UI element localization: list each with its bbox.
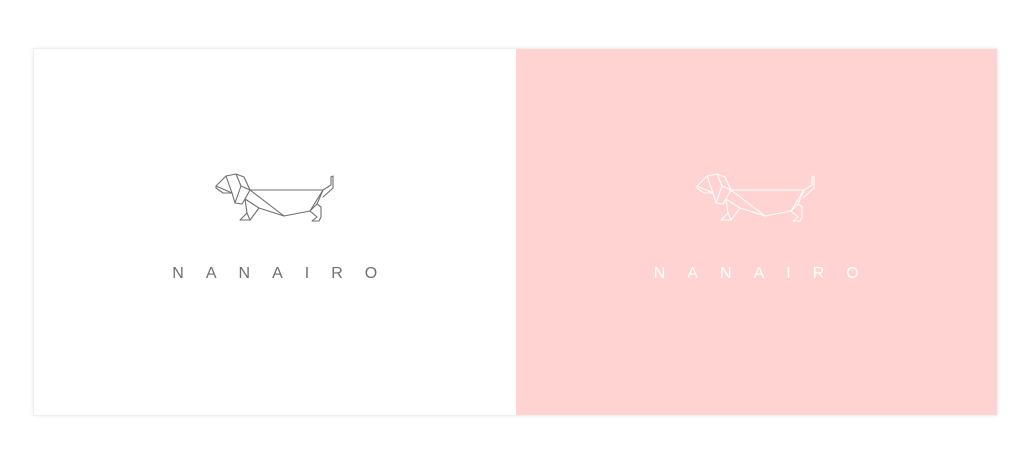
brand-wordmark: NANAIRO — [653, 265, 881, 282]
logo-presentation-sheet: NANAIRO NANAIRO — [33, 48, 998, 416]
pink-logo-panel: NANAIRO — [515, 49, 998, 415]
logo-lockup: NANAIRO — [34, 173, 516, 283]
origami-dachshund-icon — [215, 173, 334, 222]
brand-wordmark: NANAIRO — [172, 265, 400, 282]
logo-lockup: NANAIRO — [516, 173, 998, 283]
light-logo-panel: NANAIRO — [34, 49, 516, 415]
origami-dachshund-icon — [696, 173, 815, 222]
